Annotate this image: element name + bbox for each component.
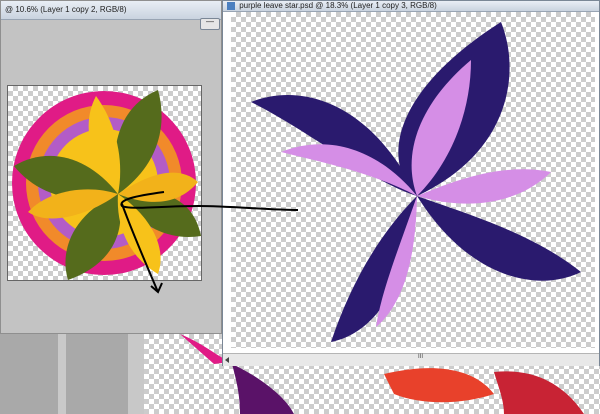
minimize-button[interactable]: — <box>200 17 220 30</box>
purple-leaf-star-artwork <box>251 22 581 342</box>
red-leaf-fragment-2 <box>494 371 584 414</box>
leaf-right-dark <box>417 196 581 281</box>
right-window-title: purple leave star.psd @ 18.3% (Layer 1 c… <box>239 1 437 10</box>
yellow-olive-flower-artwork <box>12 90 201 280</box>
left-document-canvas[interactable] <box>7 85 202 281</box>
left-window-titlebar[interactable]: @ 10.6% (Layer 1 copy 2, RGB/8) <box>1 1 221 20</box>
panel-divider <box>58 334 66 414</box>
horizontal-scrollbar[interactable]: III <box>223 353 599 366</box>
scroll-thumb-icon[interactable]: III <box>418 354 423 360</box>
right-window-titlebar[interactable]: purple leave star.psd @ 18.3% (Layer 1 c… <box>223 1 599 12</box>
purple-leaf-fragment <box>232 364 294 414</box>
right-document-window[interactable]: purple leave star.psd @ 18.3% (Layer 1 c… <box>222 0 600 366</box>
scroll-left-arrow-icon[interactable] <box>225 357 229 363</box>
document-icon <box>227 2 235 10</box>
minimize-icon: — <box>206 17 214 26</box>
red-leaf-fragment <box>384 368 494 403</box>
left-window-title: @ 10.6% (Layer 1 copy 2, RGB/8) <box>5 5 127 14</box>
right-document-canvas[interactable] <box>231 12 595 348</box>
panel-divider-2 <box>128 334 144 414</box>
left-document-window[interactable]: @ 10.6% (Layer 1 copy 2, RGB/8) <box>0 0 222 334</box>
